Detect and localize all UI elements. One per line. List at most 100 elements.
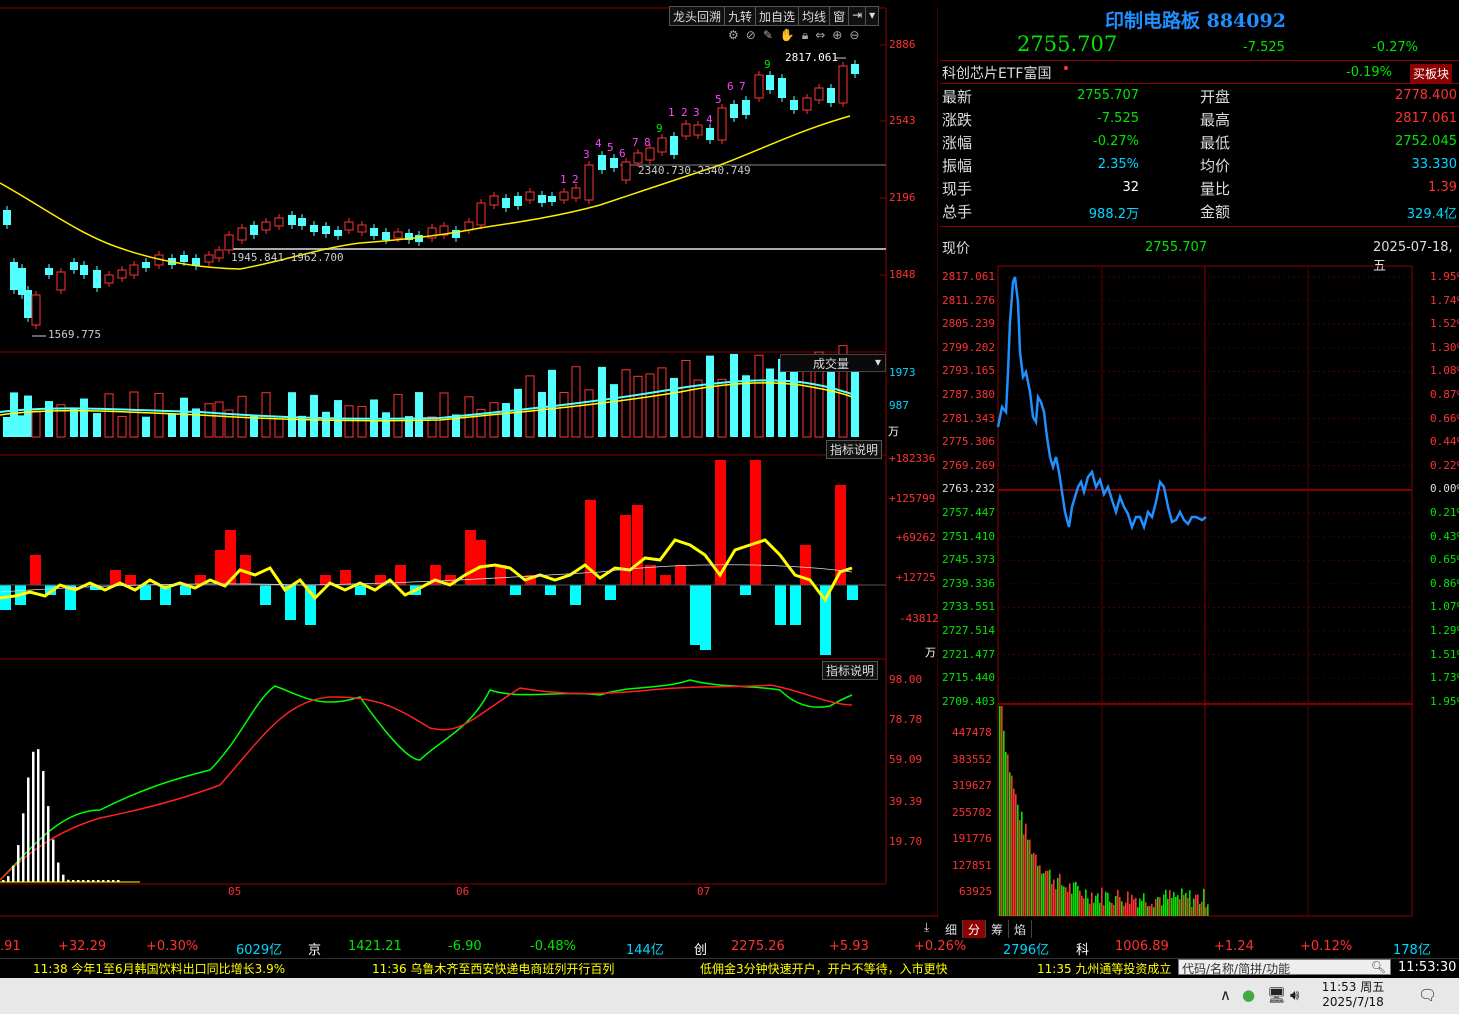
- tab-detail[interactable]: 细: [940, 920, 964, 939]
- hand-icon[interactable]: ✋: [780, 28, 795, 43]
- taskbar-clock[interactable]: 11:53 周五 2025/7/18: [1308, 980, 1398, 1010]
- index-bar-item: 创: [694, 943, 708, 958]
- main-chart[interactable]: 龙头回溯 九转 加自选 均线 窗 ⇥ ▾ ⚙ ⊘ ✎ ✋ 🔒︎ ⇔ ⊕ ⊖ 28…: [0, 0, 939, 934]
- volume-bar: [525, 375, 535, 438]
- index-bar-item: +0.26%: [914, 939, 967, 954]
- toolbar-item-ma[interactable]: 均线: [798, 6, 831, 26]
- indicator2-explain-button[interactable]: 指标说明: [822, 661, 879, 680]
- intraday-volume-bar: [1081, 895, 1083, 916]
- chevron-up-icon[interactable]: ∧: [1220, 986, 1231, 1004]
- quote-key: 量比: [1200, 180, 1231, 198]
- intraday-volume-bar: [1193, 898, 1195, 916]
- news-item[interactable]: 11:38 今年1至6月韩国饮料出口同比增长3.9%: [33, 960, 285, 977]
- zoom-in-icon[interactable]: ⊕: [832, 28, 842, 43]
- intraday-volume-bar: [1025, 823, 1027, 916]
- volume-icon[interactable]: 🔊︎: [1290, 986, 1299, 1004]
- index-bar[interactable]: .91 +32.29 +0.30% 6029亿 京 1421.21 -6.90 -0.48% 1…: [0, 938, 1459, 958]
- quote-value: 1.39: [1428, 180, 1457, 195]
- toolbar-item-window[interactable]: 窗: [829, 6, 850, 26]
- indicator1-explain-button[interactable]: 指标说明: [826, 440, 883, 459]
- tab-flame[interactable]: 焰: [1009, 920, 1033, 939]
- intraday-price-tick: 2715.440: [942, 671, 995, 685]
- candle-body: [382, 232, 390, 240]
- intraday-volume-bar: [1033, 852, 1035, 916]
- volume-bar: [322, 411, 330, 437]
- tab-minute[interactable]: 分: [963, 920, 987, 939]
- indicator2-bar: [12, 865, 15, 882]
- nine-turn-label: 1: [560, 173, 567, 186]
- chevron-down-icon[interactable]: ▾: [865, 6, 880, 26]
- toolbar-item-add-watch[interactable]: 加自选: [755, 6, 800, 26]
- intraday-volume-bar: [1147, 906, 1149, 916]
- intraday-volume-bar: [1129, 903, 1131, 916]
- quote-key: 涨跌: [942, 111, 973, 129]
- intraday-volume-bar: [1069, 883, 1071, 916]
- candle-body: [681, 123, 691, 137]
- candle-body: [693, 124, 703, 136]
- pen-icon[interactable]: ✎: [763, 28, 773, 43]
- search-input[interactable]: 代码/名称/简拼/功能 🔍︎: [1178, 959, 1391, 976]
- intraday-price-tick: 2787.380: [942, 388, 995, 401]
- draw-icon[interactable]: ⊘: [746, 28, 756, 43]
- toolbar-item-nine-turn[interactable]: 九转: [724, 6, 757, 26]
- search-icon[interactable]: 🔍︎: [1371, 960, 1386, 974]
- volume-bar: [168, 413, 176, 437]
- intraday-pct-tick: 1.95%: [1430, 694, 1459, 708]
- index-bar-item: .91: [0, 939, 21, 954]
- candle-body: [142, 262, 150, 268]
- intraday-volume-bar: [1127, 891, 1129, 916]
- indicator1-bar: [632, 505, 643, 585]
- intraday-volume-bar: [1203, 888, 1205, 916]
- intraday-volume-bar: [1057, 877, 1059, 916]
- shrink-icon[interactable]: ⇔: [815, 28, 825, 43]
- indicator1-bar: [700, 585, 711, 650]
- nine-turn-label: 3: [583, 148, 590, 161]
- buy-board-button[interactable]: 买板块: [1410, 64, 1453, 83]
- quote-key: 最高: [1200, 111, 1231, 129]
- zoom-out-icon[interactable]: ⊖: [849, 28, 859, 43]
- candle-body: [250, 225, 258, 235]
- news-item[interactable]: 低佣金3分钟快速开户，开户不等待，入市更快: [700, 960, 948, 977]
- intraday-volume-bar: [1165, 889, 1167, 916]
- intraday-volume-bar: [1179, 899, 1181, 916]
- nine-turn-label: 4: [595, 137, 602, 150]
- pin-icon[interactable]: ⇥: [848, 6, 867, 26]
- nine-turn-label: 8: [644, 136, 651, 149]
- intraday-volume-bar: [1195, 894, 1197, 916]
- news-item[interactable]: 11:36 乌鲁木齐至西安快递电商班列开行百列: [372, 960, 614, 977]
- etf-name[interactable]: 科创芯片ETF富国: [942, 63, 1051, 83]
- indicator1-tick: +69262: [896, 531, 936, 544]
- index-bar-item: +1.24: [1214, 939, 1254, 954]
- volume-bar: [657, 367, 667, 438]
- network-icon[interactable]: 🖥︎: [1267, 986, 1286, 1004]
- news-item[interactable]: 11:35 九州通等投资成立: [1037, 960, 1171, 977]
- index-bar-item: 1006.89: [1115, 939, 1169, 954]
- tab-chips[interactable]: 筹: [986, 920, 1010, 939]
- intraday-volume-bar: [1111, 903, 1113, 916]
- lock-icon[interactable]: 🔒︎: [802, 28, 808, 43]
- volume-selector[interactable]: 成交量 ▾: [780, 354, 886, 372]
- intraday-volume-tick: 63925: [959, 885, 993, 898]
- support-annotation: 1945.841-1962.700: [231, 251, 344, 264]
- intraday-price-tick: 2709.403: [942, 694, 995, 708]
- volume-bar: [24, 395, 32, 437]
- app-tray-icon[interactable]: ●: [1242, 986, 1255, 1004]
- volume-bar: [10, 392, 18, 437]
- toolbar-item-dragon[interactable]: 龙头回溯: [669, 6, 726, 26]
- intraday-volume-bar: [1071, 893, 1073, 916]
- notification-icon[interactable]: 🗨︎: [1418, 986, 1437, 1004]
- volume-bar: [645, 373, 655, 438]
- settings-icon[interactable]: ⚙: [728, 28, 739, 43]
- intraday-svg: [996, 265, 1413, 917]
- candle-body: [514, 196, 522, 206]
- intraday-volume-tick: 255702: [952, 805, 992, 819]
- intraday-volume-bar: [1019, 819, 1021, 916]
- download-icon[interactable]: ⤓: [924, 920, 929, 935]
- intraday-chart[interactable]: 2817.061 2811.276 2805.239 2799.202 2793.165…: [940, 262, 1459, 918]
- intraday-volume-bar: [1115, 895, 1117, 916]
- volume-bar: [104, 393, 114, 438]
- candle-body: [838, 65, 848, 104]
- quote-value: 988.2万: [1088, 207, 1139, 222]
- volume-bar: [129, 391, 139, 438]
- volume-bar: [261, 392, 271, 438]
